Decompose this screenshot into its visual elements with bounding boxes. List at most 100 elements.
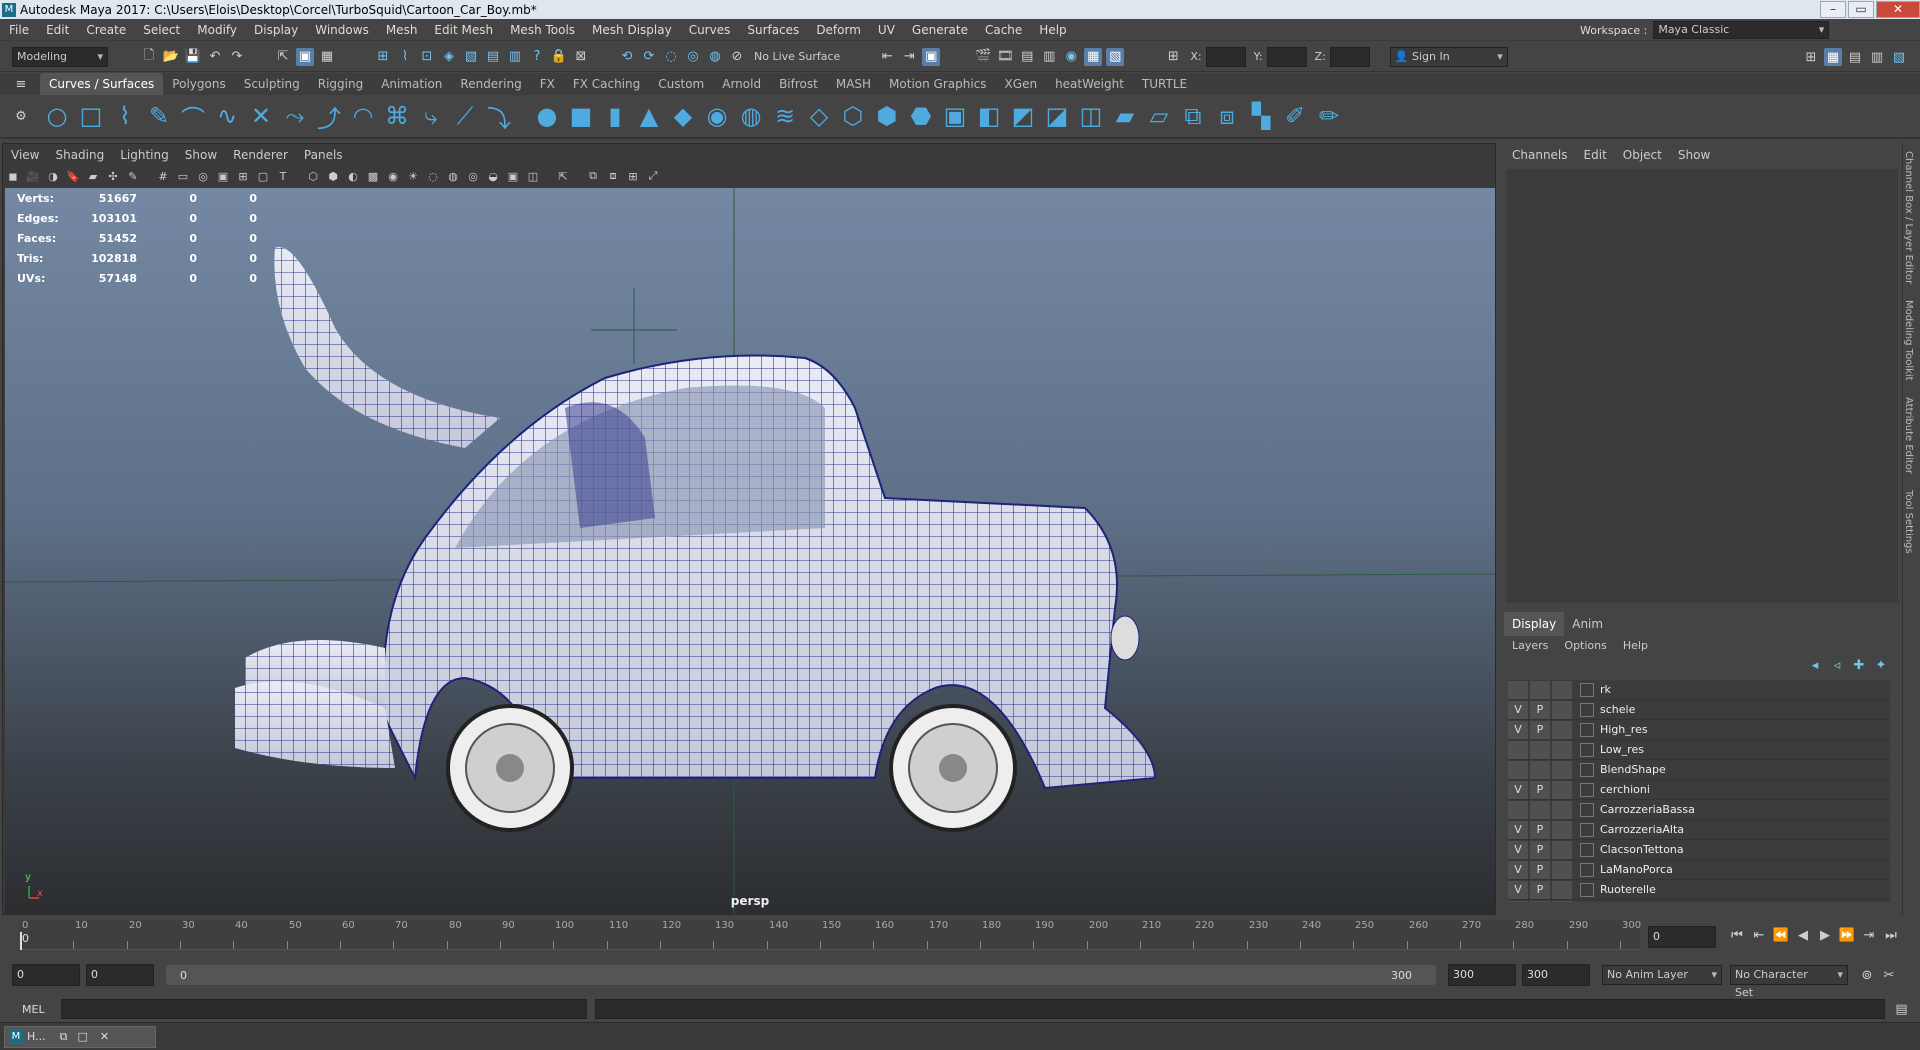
shadows-icon[interactable]: ☀ xyxy=(405,168,421,184)
layer-display-type[interactable] xyxy=(1552,760,1572,779)
camera-lock-icon[interactable]: 🎥 xyxy=(25,168,41,184)
select-object-icon[interactable]: ▣ xyxy=(296,47,314,66)
layer-row[interactable]: V Pschele xyxy=(1508,700,1890,720)
viewport-menu-view[interactable]: View xyxy=(3,144,47,166)
shelf-options-icon[interactable]: ⚙ xyxy=(12,107,30,125)
soft-select-icon[interactable]: ◌ xyxy=(662,48,680,66)
textured-icon[interactable]: ▩ xyxy=(365,168,381,184)
shelf-menu-icon[interactable]: ≡ xyxy=(12,75,30,93)
symmetry-icon[interactable]: ◎ xyxy=(684,48,702,66)
layer-color-swatch[interactable] xyxy=(1580,862,1594,877)
image-plane-icon[interactable]: ▰ xyxy=(85,168,101,184)
menu-item-generate[interactable]: Generate xyxy=(903,19,976,41)
move-layer-up-icon[interactable]: ◂ xyxy=(1806,656,1824,674)
shelf-tab-fx-caching[interactable]: FX Caching xyxy=(564,73,649,95)
channel-box-body[interactable] xyxy=(1506,169,1898,603)
side-tab-modeling-toolkit[interactable]: Modeling Toolkit xyxy=(1903,292,1914,389)
boundary-icon[interactable]: ⬣ xyxy=(906,101,936,131)
render-layers-icon[interactable]: ▧ xyxy=(1106,47,1125,66)
panel-layout-icon[interactable]: ⧉ xyxy=(585,168,601,184)
two-d-pan-icon[interactable]: ✣ xyxy=(105,168,121,184)
layer-menu-options[interactable]: Options xyxy=(1556,636,1614,656)
layer-display-type[interactable] xyxy=(1552,780,1572,799)
layer-color-swatch[interactable] xyxy=(1580,762,1594,777)
channel-menu-show[interactable]: Show xyxy=(1670,143,1718,167)
layer-display-type[interactable] xyxy=(1552,680,1572,699)
menu-item-uv[interactable]: UV xyxy=(869,19,903,41)
attach-surfaces-icon[interactable]: ▱ xyxy=(1144,101,1174,131)
auto-key-icon[interactable]: ⊚ xyxy=(1858,966,1876,984)
layer-playback-toggle[interactable]: P xyxy=(1530,700,1550,719)
shelf-tab-rigging[interactable]: Rigging xyxy=(309,73,372,95)
new-scene-icon[interactable]: 🗋 xyxy=(140,48,158,66)
redo-icon[interactable]: ↷ xyxy=(228,48,246,66)
menu-item-surfaces[interactable]: Surfaces xyxy=(738,19,807,41)
detach-surfaces-icon[interactable]: ⧉ xyxy=(1178,101,1208,131)
layer-menu-layers[interactable]: Layers xyxy=(1504,636,1556,656)
resolution-gate-icon[interactable]: ◎ xyxy=(195,168,211,184)
channel-menu-object[interactable]: Object xyxy=(1615,143,1670,167)
sculpt-tool-icon[interactable]: ✐ xyxy=(1280,101,1310,131)
viewport-menu-panels[interactable]: Panels xyxy=(296,144,351,166)
script-editor-icon[interactable]: ▤ xyxy=(1893,1000,1911,1018)
xray-icon[interactable]: ◫ xyxy=(525,168,541,184)
snap-curve-icon[interactable]: ⌇ xyxy=(396,48,414,66)
close-small-icon[interactable]: ✕ xyxy=(100,1030,109,1043)
layer-playback-toggle[interactable] xyxy=(1530,800,1550,819)
layer-display-type[interactable] xyxy=(1552,700,1572,719)
field-chart-icon[interactable]: ⊞ xyxy=(235,168,251,184)
layer-visibility-toggle[interactable] xyxy=(1508,900,1528,902)
layer-visibility-toggle[interactable]: V xyxy=(1508,700,1528,719)
viewport-menu-renderer[interactable]: Renderer xyxy=(225,144,296,166)
detach-curve-icon[interactable]: ⤴ xyxy=(314,101,344,133)
output-ops-icon[interactable]: ⇥ xyxy=(900,48,918,66)
two-panel-icon[interactable]: ⧈ xyxy=(605,168,621,184)
sign-in-dropdown[interactable]: 👤 Sign In xyxy=(1389,46,1508,67)
shelf-tab-heatweight[interactable]: heatWeight xyxy=(1046,73,1133,95)
layer-playback-toggle[interactable] xyxy=(1530,680,1550,699)
layout-toggle-icon[interactable]: ▧ xyxy=(1890,48,1908,66)
layer-visibility-toggle[interactable]: V xyxy=(1508,880,1528,899)
channel-box-toggle-icon[interactable]: ▥ xyxy=(1868,48,1886,66)
layer-menu-help[interactable]: Help xyxy=(1615,636,1656,656)
paint-select-icon[interactable]: ⟳ xyxy=(640,48,658,66)
cv-curve-icon[interactable]: ⌒ xyxy=(178,101,208,133)
snap-projected-icon[interactable]: ▤ xyxy=(484,48,502,66)
nurbs-circle-icon[interactable]: ○ xyxy=(42,101,72,131)
layer-row[interactable]: V P CarrozzeriaAlta xyxy=(1508,820,1890,840)
layer-playback-toggle[interactable]: P xyxy=(1530,880,1550,899)
shelf-tab-mash[interactable]: MASH xyxy=(827,73,880,95)
range-bar[interactable]: 0 300 xyxy=(166,965,1436,985)
layer-color-swatch[interactable] xyxy=(1580,742,1594,757)
construction-history-icon[interactable]: ? xyxy=(528,48,546,66)
x-field[interactable] xyxy=(1205,46,1246,67)
go-to-start-icon[interactable]: ⏮ xyxy=(1728,926,1746,944)
maximize-button[interactable]: ▭ xyxy=(1848,1,1874,18)
playback-start-field[interactable]: 0 xyxy=(86,964,154,986)
menu-item-deform[interactable]: Deform xyxy=(807,19,869,41)
layer-display-type[interactable] xyxy=(1552,820,1572,839)
step-forward-key-icon[interactable]: ⇥ xyxy=(1860,926,1878,944)
undo-icon[interactable]: ↶ xyxy=(206,48,224,66)
shelf-tab-bifrost[interactable]: Bifrost xyxy=(770,73,827,95)
layer-visibility-toggle[interactable]: V xyxy=(1508,820,1528,839)
layer-color-swatch[interactable] xyxy=(1580,682,1594,697)
menu-item-edit[interactable]: Edit xyxy=(37,19,77,41)
new-layer-selected-icon[interactable]: ✦ xyxy=(1872,656,1890,674)
make-live-icon[interactable]: ⊠ xyxy=(572,48,590,66)
shelf-tab-polygons[interactable]: Polygons xyxy=(163,73,234,95)
depth-of-field-icon[interactable]: ◒ xyxy=(485,168,501,184)
grid-icon[interactable]: # xyxy=(155,168,171,184)
menu-item-edit-mesh[interactable]: Edit Mesh xyxy=(425,19,501,41)
play-forwards-icon[interactable]: ▶ xyxy=(1816,926,1834,944)
y-field[interactable] xyxy=(1266,46,1307,67)
new-layer-icon[interactable]: ✚ xyxy=(1850,656,1868,674)
layer-visibility-toggle[interactable]: V xyxy=(1508,840,1528,859)
render-settings-icon[interactable]: ▣ xyxy=(922,47,941,66)
shelf-tab-xgen[interactable]: XGen xyxy=(996,73,1047,95)
nurbs-cone-icon[interactable]: ▲ xyxy=(634,101,664,131)
shelf-tab-sculpting[interactable]: Sculpting xyxy=(235,73,309,95)
channel-menu-channels[interactable]: Channels xyxy=(1504,143,1576,167)
live-surface-icon[interactable]: ⊘ xyxy=(728,48,746,66)
render-region-icon[interactable]: 🎞 xyxy=(996,48,1014,66)
